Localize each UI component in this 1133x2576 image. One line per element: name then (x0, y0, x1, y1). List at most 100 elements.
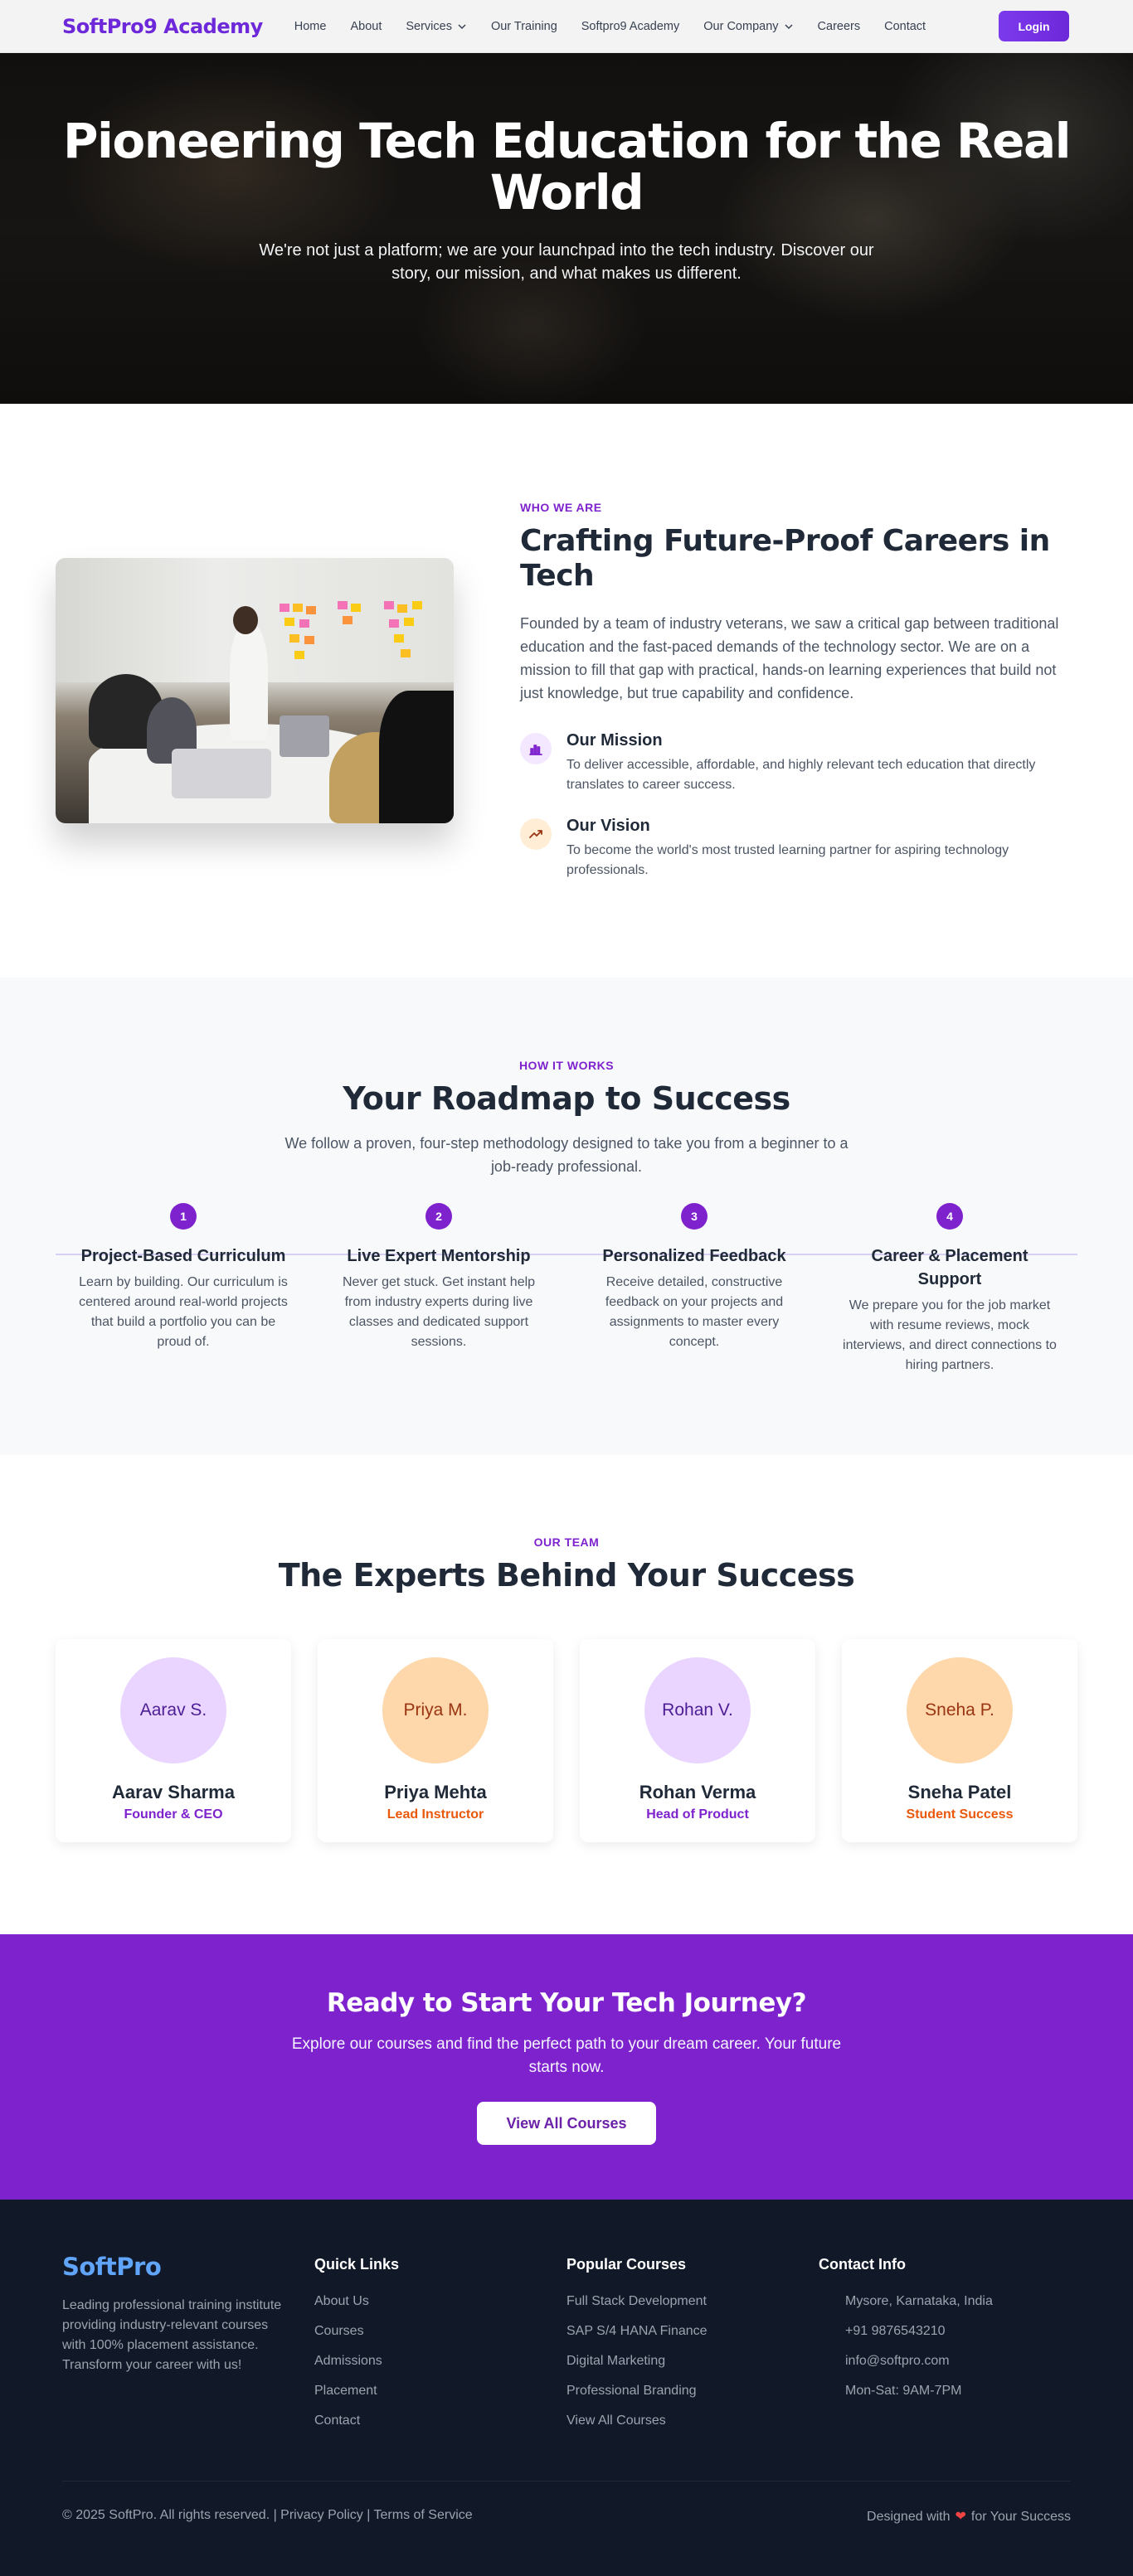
footer-popular-courses: Popular Courses Full Stack Development S… (566, 2253, 819, 2441)
member-role: Student Success (906, 1807, 1014, 1822)
footer-quick-links: Quick Links About Us Courses Admissions … (314, 2253, 566, 2441)
contact-phone[interactable]: +91 9876543210 (819, 2321, 1071, 2341)
team-grid: Aarav S. Aarav Sharma Founder & CEO Priy… (56, 1639, 1077, 1842)
login-button[interactable]: Login (999, 11, 1069, 41)
step-number: 3 (681, 1203, 708, 1230)
nav-link-our-company[interactable]: Our Company (703, 20, 793, 33)
step-text: Never get stuck. Get instant help from i… (342, 1275, 536, 1349)
mission-text-block: Our Mission To deliver accessible, affor… (566, 731, 1077, 795)
step-title: Personalized Feedback (602, 1247, 786, 1265)
vision-text-block: Our Vision To become the world's most tr… (566, 817, 1077, 880)
cta-section: Ready to Start Your Tech Journey? Explor… (0, 1934, 1133, 2200)
view-all-courses-button[interactable]: View All Courses (477, 2102, 656, 2145)
footer-link-courses[interactable]: Courses (314, 2321, 566, 2341)
footer-course-link[interactable]: SAP S/4 HANA Finance (566, 2321, 819, 2341)
hero-content: Pioneering Tech Education for the Real W… (0, 53, 1133, 285)
roadmap-eyebrow: HOW IT WORKS (518, 1059, 615, 1072)
member-role: Founder & CEO (124, 1807, 223, 1822)
popular-courses-title: Popular Courses (566, 2256, 687, 2273)
roadmap-step: 2 Live Expert Mentorship Never get stuck… (311, 1203, 566, 1375)
bar-chart-icon (520, 733, 552, 764)
footer-course-link[interactable]: Professional Branding (566, 2381, 819, 2401)
designed-with-text: Designed with ❤ for Your Success (867, 2508, 1071, 2525)
quick-links-title: Quick Links (314, 2256, 400, 2273)
member-name: Aarav Sharma (112, 1782, 235, 1802)
cta-text: Explore our courses and find the perfect… (291, 2035, 842, 2076)
footer-course-link[interactable]: Full Stack Development (566, 2292, 819, 2312)
team-section: OUR TEAM The Experts Behind Your Success… (0, 1455, 1133, 1934)
brand-logo[interactable]: SoftPro9 Academy (62, 15, 263, 38)
step-number: 4 (936, 1203, 963, 1230)
avatar: Priya M. (382, 1657, 489, 1763)
footer-course-link[interactable]: Digital Marketing (566, 2351, 819, 2371)
hero-title: Pioneering Tech Education for the Real W… (62, 113, 1072, 221)
nav-link-about[interactable]: About (350, 20, 382, 33)
roadmap-step: 3 Personalized Feedback Receive detailed… (566, 1203, 822, 1375)
mission-text: To deliver accessible, affordable, and h… (566, 758, 1036, 792)
contact-email[interactable]: info@softpro.com (819, 2351, 1071, 2371)
team-member-card: Rohan V. Rohan Verma Head of Product (580, 1639, 815, 1842)
step-text: Receive detailed, constructive feedback … (605, 1275, 784, 1349)
step-title: Live Expert Mentorship (347, 1247, 531, 1265)
chevron-down-icon (785, 23, 793, 29)
nav-link-contact[interactable]: Contact (884, 20, 926, 33)
trending-up-icon (520, 818, 552, 850)
roadmap-title: Your Roadmap to Success (343, 1080, 790, 1117)
nav-link-our-training[interactable]: Our Training (491, 20, 557, 33)
footer-link-placement[interactable]: Placement (314, 2381, 566, 2401)
team-member-card: Sneha P. Sneha Patel Student Success (842, 1639, 1077, 1842)
chevron-down-icon (458, 23, 466, 29)
team-eyebrow: OUR TEAM (533, 1535, 600, 1549)
team-member-card: Aarav S. Aarav Sharma Founder & CEO (56, 1639, 291, 1842)
vision-title: Our Vision (566, 817, 650, 835)
contact-address: Mysore, Karnataka, India (845, 2294, 993, 2308)
footer-link-contact[interactable]: Contact (314, 2411, 566, 2431)
hero-section: Pioneering Tech Education for the Real W… (0, 53, 1133, 404)
about-eyebrow: WHO WE ARE (520, 501, 602, 514)
footer-contact-info: Contact Info Mysore, Karnataka, India +9… (819, 2253, 1071, 2441)
nav-link-careers[interactable]: Careers (818, 20, 861, 33)
roadmap-subtitle: We follow a proven, four-step methodolog… (284, 1135, 849, 1175)
step-text: We prepare you for the job market with r… (843, 1298, 1057, 1372)
mission-title: Our Mission (566, 731, 663, 750)
heart-icon: ❤ (955, 2510, 966, 2524)
about-title: Crafting Future-Proof Careers in Tech (520, 524, 1050, 593)
nav-link-services[interactable]: Services (406, 20, 467, 33)
footer-link-admissions[interactable]: Admissions (314, 2351, 566, 2371)
member-name: Sneha Patel (907, 1782, 1012, 1802)
avatar: Aarav S. (120, 1657, 226, 1763)
top-navbar: SoftPro9 Academy Home About Services Our… (0, 0, 1133, 53)
member-role: Lead Instructor (387, 1807, 484, 1822)
nav-link-home[interactable]: Home (294, 20, 327, 33)
team-member-card: Priya M. Priya Mehta Lead Instructor (318, 1639, 553, 1842)
footer-brand[interactable]: SoftPro (62, 2253, 314, 2281)
vision-text: To become the world's most trusted learn… (566, 843, 1009, 877)
nav-link-our-company-label: Our Company (703, 19, 779, 33)
footer: SoftPro Leading professional training in… (0, 2200, 1133, 2576)
designed-suffix: for Your Success (970, 2510, 1071, 2524)
copyright-text: © 2025 SoftPro. All rights reserved. | P… (62, 2508, 473, 2522)
nav-link-services-label: Services (406, 19, 452, 33)
vision-feature: Our Vision To become the world's most tr… (520, 817, 1077, 880)
roadmap-section: HOW IT WORKS Your Roadmap to Success We … (0, 978, 1133, 1455)
contact-info-title: Contact Info (819, 2256, 906, 2273)
member-name: Priya Mehta (384, 1782, 487, 1802)
footer-course-link[interactable]: View All Courses (566, 2411, 819, 2431)
footer-about-column: SoftPro Leading professional training in… (62, 2253, 314, 2441)
step-title: Career & Placement Support (871, 1247, 1028, 1288)
classroom-photo (56, 558, 454, 823)
main-nav: Home About Services Our Training Softpro… (294, 20, 999, 33)
avatar: Sneha P. (907, 1657, 1013, 1763)
nav-link-softpro9-academy[interactable]: Softpro9 Academy (581, 20, 680, 33)
footer-link-about-us[interactable]: About Us (314, 2292, 566, 2312)
mission-feature: Our Mission To deliver accessible, affor… (520, 731, 1077, 795)
footer-bottom-bar: © 2025 SoftPro. All rights reserved. | P… (62, 2481, 1071, 2525)
about-lead: Founded by a team of industry veterans, … (520, 615, 1059, 701)
cta-title: Ready to Start Your Tech Journey? (326, 1988, 807, 2018)
roadmap-steps: 1 Project-Based Curriculum Learn by buil… (56, 1203, 1077, 1375)
footer-description: Leading professional training institute … (62, 2298, 282, 2372)
avatar: Rohan V. (644, 1657, 751, 1763)
member-name: Rohan Verma (639, 1782, 756, 1802)
step-number: 1 (170, 1203, 197, 1230)
hero-subtitle: We're not just a platform; we are your l… (259, 241, 874, 283)
